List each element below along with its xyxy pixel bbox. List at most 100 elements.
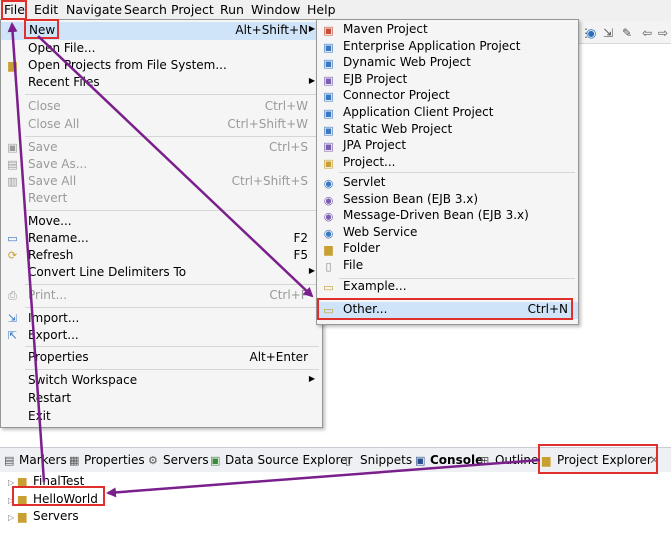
- menu-item-label: Folder: [343, 241, 381, 256]
- menu-separator: [25, 136, 319, 137]
- file-menu: New Alt+Shift+N ▶ Open File... ▆ Open Pr…: [0, 19, 323, 428]
- menu-item-label: Session Bean (EJB 3.x): [343, 191, 479, 206]
- menu-item-export[interactable]: ⇱ Export...: [1, 327, 322, 345]
- menu-edit[interactable]: Edit: [34, 2, 58, 17]
- folder-icon: ▆: [18, 510, 27, 523]
- menu-item-new-web-service[interactable]: ◉ Web Service: [317, 225, 578, 242]
- menu-item-label: Properties: [28, 350, 89, 364]
- tab-data-source-explorer[interactable]: ▣ Data Source Explorer: [210, 453, 352, 467]
- menu-item-switch-workspace[interactable]: Switch Workspace ▶: [1, 372, 322, 390]
- menu-item-recent-files[interactable]: Recent Files ▶: [1, 74, 322, 92]
- menu-item-label: EJB Project: [343, 71, 408, 86]
- menu-item-new-project[interactable]: ▣ Project...: [317, 155, 578, 172]
- outline-icon: ⊞: [480, 454, 490, 467]
- snippets-icon: ▯: [345, 454, 352, 467]
- project-type-icon: ▣: [323, 90, 334, 104]
- menu-item-new-ejb-project[interactable]: ▣ EJB Project: [317, 72, 578, 89]
- menu-item-label: Refresh: [28, 248, 74, 262]
- globe-icon[interactable]: ◉: [586, 26, 596, 40]
- menu-item-new-servlet[interactable]: ◉ Servlet: [317, 175, 578, 192]
- menu-item-label: Save All: [28, 174, 77, 188]
- tab-label: Servers: [163, 453, 209, 467]
- menu-item-label: Move...: [28, 214, 72, 228]
- menu-item-import[interactable]: ⇲ Import...: [1, 310, 322, 328]
- menu-item-new-jpa-project[interactable]: ▣ JPA Project: [317, 138, 578, 155]
- menu-item-new-file[interactable]: ▯ File: [317, 258, 578, 275]
- menu-search[interactable]: Search: [124, 2, 167, 17]
- tab-servers[interactable]: ⚙ Servers: [148, 453, 209, 467]
- menu-window[interactable]: Window: [251, 2, 300, 17]
- print-icon: ⎙: [8, 289, 17, 302]
- tree-item-servers[interactable]: ▷ ▆ Servers: [8, 509, 79, 523]
- menu-item-label: Save: [28, 140, 58, 154]
- menu-item-new-application-client-project[interactable]: ▣ Application Client Project: [317, 105, 578, 122]
- menu-item-label: Close All: [28, 117, 80, 131]
- menu-run[interactable]: Run: [220, 2, 244, 17]
- menu-item-properties[interactable]: Properties Alt+Enter: [1, 349, 322, 367]
- menu-help[interactable]: Help: [307, 2, 336, 17]
- menu-item-refresh[interactable]: ⟳ Refresh F5: [1, 247, 322, 265]
- menu-item-label: Servlet: [343, 175, 386, 189]
- menu-item-label: Import...: [28, 311, 80, 325]
- menu-item-close-all[interactable]: Close All Ctrl+Shift+W: [1, 116, 322, 134]
- menu-item-rename[interactable]: ▭ Rename... F2: [1, 230, 322, 248]
- menu-item-label: Connector Project: [343, 88, 450, 103]
- component-icon: ◉: [323, 210, 334, 224]
- tree-item-label: Servers: [33, 509, 79, 523]
- save-all-icon: ▥: [7, 175, 18, 188]
- menu-item-move[interactable]: Move...: [1, 213, 322, 231]
- tab-console[interactable]: ▣ Console: [415, 453, 483, 467]
- edit-icon[interactable]: ✎: [622, 26, 632, 40]
- save-icon: ▣: [7, 141, 18, 154]
- shortcut-label: Ctrl+Shift+S: [231, 174, 308, 188]
- menu-item-label: File: [343, 258, 364, 272]
- menu-item-new-connector-project[interactable]: ▣ Connector Project: [317, 88, 578, 105]
- project-type-icon: ▣: [323, 123, 334, 137]
- tab-properties[interactable]: ▦ Properties: [69, 453, 145, 467]
- menu-item-close[interactable]: Close Ctrl+W: [1, 98, 322, 116]
- menu-item-example[interactable]: ▭ Example...: [317, 279, 578, 296]
- menu-item-new-static-web-project[interactable]: ▣ Static Web Project: [317, 122, 578, 139]
- tab-markers[interactable]: ▤ Markers: [4, 453, 67, 467]
- annotation-icon[interactable]: ⇲: [603, 26, 613, 40]
- menu-item-revert[interactable]: Revert: [1, 190, 322, 208]
- menu-item-new-dynamic-web-project[interactable]: ▣ Dynamic Web Project: [317, 55, 578, 72]
- shortcut-label: F2: [293, 231, 308, 245]
- menu-item-new-maven-project[interactable]: ▣ Maven Project: [317, 22, 578, 39]
- shortcut-label: Ctrl+W: [264, 99, 308, 113]
- menu-item-label: Export...: [28, 328, 79, 342]
- forward-icon[interactable]: ⇨: [658, 26, 668, 40]
- menu-item-save[interactable]: ▣ Save Ctrl+S: [1, 139, 322, 157]
- menu-item-new-session-bean-ejb-3-x[interactable]: ◉ Session Bean (EJB 3.x): [317, 192, 578, 209]
- highlight-file: [1, 0, 27, 20]
- tab-outline[interactable]: ⊞ Outline: [480, 453, 538, 467]
- menu-item-exit[interactable]: Exit: [1, 408, 322, 426]
- menu-item-label: Switch Workspace: [28, 373, 138, 387]
- menu-item-label: Open Projects from File System...: [28, 58, 227, 72]
- menu-project[interactable]: Project: [171, 2, 214, 17]
- menu-item-label: Convert Line Delimiters To: [28, 265, 187, 279]
- menu-item-print[interactable]: ⎙ Print... Ctrl+P: [1, 287, 322, 305]
- menu-item-open-projects[interactable]: ▆ Open Projects from File System...: [1, 57, 322, 75]
- folder-icon: ▆: [324, 243, 333, 257]
- menu-item-new-enterprise-application-project[interactable]: ▣ Enterprise Application Project: [317, 39, 578, 56]
- menu-item-save-all[interactable]: ▥ Save All Ctrl+Shift+S: [1, 173, 322, 191]
- component-icon: ◉: [323, 226, 334, 240]
- menu-item-open-file[interactable]: Open File...: [1, 40, 322, 58]
- menu-item-restart[interactable]: Restart: [1, 390, 322, 408]
- menu-item-convert-line-delimiters[interactable]: Convert Line Delimiters To ▶: [1, 264, 322, 282]
- shortcut-label: Alt+Shift+N: [235, 23, 308, 37]
- import-icon: ⇲: [7, 312, 18, 325]
- tab-snippets[interactable]: ▯ Snippets: [345, 453, 412, 467]
- menu-item-new-message-driven-bean-ejb-3-x[interactable]: ◉ Message-Driven Bean (EJB 3.x): [317, 208, 578, 225]
- back-icon[interactable]: ⇦: [642, 26, 652, 40]
- menu-item-new-folder[interactable]: ▆ Folder: [317, 241, 578, 258]
- menu-item-label: Project...: [343, 154, 396, 169]
- menu-item-save-as[interactable]: ▤ Save As...: [1, 156, 322, 174]
- file-icon: ▯: [325, 260, 332, 273]
- menu-navigate[interactable]: Navigate: [66, 2, 122, 17]
- project-type-icon: ▣: [323, 140, 334, 154]
- shortcut-label: Alt+Enter: [249, 350, 308, 364]
- menu-item-label: Application Client Project: [343, 105, 494, 119]
- save-as-icon: ▤: [7, 158, 18, 171]
